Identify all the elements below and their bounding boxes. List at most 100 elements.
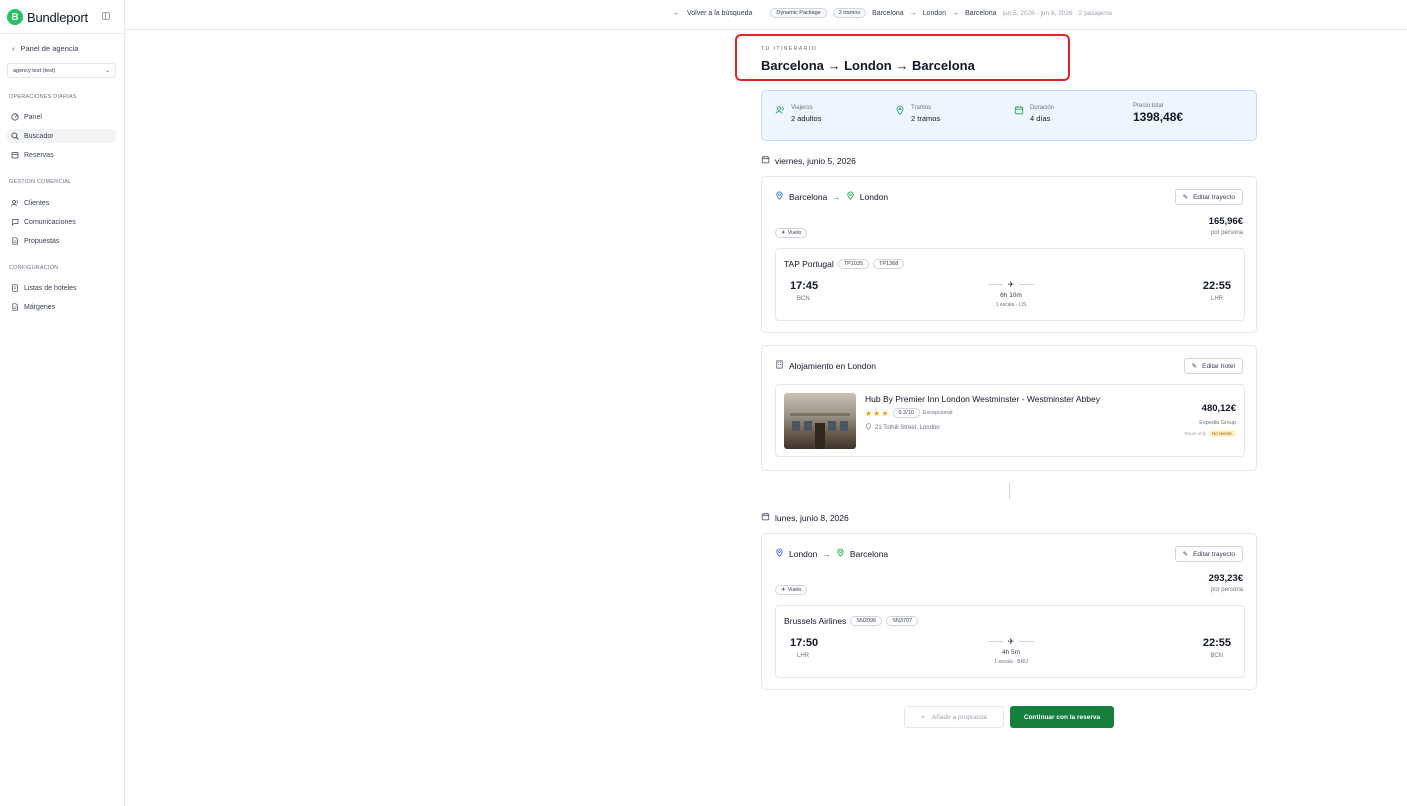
dashboard-icon (11, 113, 19, 121)
sidebar-item-panel[interactable]: Panel (7, 110, 116, 124)
summary-label: Precio total (1133, 103, 1164, 109)
sidebar: B Bundleport ‹ Panel de agencia agency t… (0, 0, 125, 806)
arrival-airport: BCN (1210, 653, 1223, 659)
summary-label: Duración (1030, 105, 1055, 111)
flight-card-leg2: London → Barcelona ✎ Editar trayecto 293… (761, 533, 1257, 690)
add-to-proposal-button[interactable]: + Añadir a propuesta (904, 706, 1004, 728)
edit-icon: ✎ (1182, 551, 1189, 558)
itinerary-label: TU ITINERARIO (761, 46, 817, 52)
sidebar-item-clientes[interactable]: Clientes (7, 196, 116, 210)
arrow-left-icon: ← (673, 9, 680, 17)
sidebar-item-label: Reservas (24, 151, 54, 159)
hotel-photo (784, 393, 856, 449)
back-search-link[interactable]: ← Volver a la búsqueda (673, 10, 752, 17)
flight-details[interactable]: TAP Portugal TP1035 TP1368 17:45 BCN ✈ 6… (775, 248, 1245, 321)
edit-hotel-button[interactable]: ✎ Editar hotel (1183, 358, 1243, 374)
route-to: London (859, 191, 889, 202)
sidebar-item-label: Buscador (24, 132, 54, 140)
map-pin-icon (865, 423, 872, 432)
arrival-airport: LHR (1210, 296, 1223, 302)
hotel-tags: Room only No reemb. (1184, 430, 1236, 437)
sidebar-item-listas-hoteles[interactable]: Listas de hoteles (7, 281, 116, 295)
divider (0, 33, 125, 34)
address-text: 21 Tothill Street, London (875, 424, 940, 431)
divider (1019, 641, 1035, 642)
sidebar-item-margenes[interactable]: Márgenes (7, 300, 116, 314)
plane-icon: ✈ (781, 587, 786, 593)
document-icon (11, 237, 19, 245)
back-to-agency-panel[interactable]: ‹ Panel de agencia (12, 44, 78, 53)
hotel-address: 21 Tothill Street, London (865, 423, 940, 432)
badge-label: Vuelo (787, 587, 802, 593)
plane-icon: ✈ (1007, 280, 1015, 289)
calendar-icon (761, 512, 770, 523)
per-person-label: por persona (1210, 230, 1243, 236)
arrow-right-icon: → (952, 9, 960, 17)
sidebar-item-label: Clientes (24, 199, 50, 207)
leg-route: Barcelona → London (775, 191, 888, 202)
airline-row: TAP Portugal TP1035 TP1368 (784, 259, 905, 269)
search-icon (11, 132, 19, 140)
board-type: Room only (1184, 431, 1206, 436)
airline-name: Brussels Airlines (784, 616, 847, 626)
flight-details[interactable]: Brussels Airlines SN2096 SN3707 17:50 LH… (775, 605, 1245, 678)
flight-card-leg1: Barcelona → London ✎ Editar trayecto 165… (761, 176, 1257, 333)
back-label: Panel de agencia (20, 44, 79, 53)
sidebar-item-reservas[interactable]: Reservas (7, 148, 116, 162)
divider (987, 641, 1003, 642)
arrow-right-icon: → (832, 191, 841, 202)
flight-stops: 1 escala · LIS (995, 302, 1027, 308)
hotel-card: Alojamiento en London ✎ Editar hotel Hub… (761, 345, 1257, 471)
flight-code: TP1035 (837, 259, 870, 269)
legs-pill: 2 tramos (832, 8, 867, 18)
map-pin-icon (846, 191, 855, 202)
refund-badge: No reemb. (1208, 430, 1236, 437)
continue-booking-button[interactable]: Continuar con la reserva (1010, 706, 1114, 728)
document-icon (11, 303, 19, 311)
hotel-details[interactable]: Hub By Premier Inn London Westminster - … (775, 384, 1245, 457)
divider (1019, 284, 1035, 285)
leg2-date-row: lunes, junio 8, 2026 (761, 512, 849, 523)
users-icon (11, 199, 19, 207)
edit-icon: ✎ (1191, 363, 1198, 370)
leg-date: viernes, junio 5, 2026 (775, 155, 856, 166)
hotel-name: Hub By Premier Inn London Westminster - … (865, 394, 1100, 404)
flight-code: TP1368 (873, 259, 905, 269)
arrival-time: 22:55 (1202, 280, 1231, 292)
airline-name: TAP Portugal (784, 259, 834, 269)
total-price: 1398,48€ (1133, 110, 1184, 124)
map-pin-icon (836, 548, 845, 559)
brand[interactable]: B Bundleport (7, 8, 88, 26)
summary-legs: Tramos 2 tramos (895, 105, 940, 123)
arrow-right-icon: → (909, 9, 917, 17)
edit-leg-button[interactable]: ✎ Editar trayecto (1174, 189, 1243, 205)
sidebar-item-buscador[interactable]: Buscador (7, 129, 116, 143)
summary-label: Viajeros (791, 105, 813, 111)
sidebar-item-propuestas[interactable]: Propuestas (7, 234, 116, 248)
route-to: Barcelona (849, 548, 889, 559)
chevron-left-icon: ‹ (12, 44, 15, 53)
agency-select[interactable]: agency test (test) ⌄ (7, 63, 116, 78)
chevron-down-icon: ⌄ (105, 67, 110, 74)
flight-duration-block: ✈ 6h 10m 1 escala · LIS (961, 280, 1061, 308)
sidebar-item-label: Panel (24, 113, 42, 121)
plane-icon: ✈ (781, 230, 786, 236)
flight-duration: 6h 10m (1000, 292, 1022, 299)
flight-type-badge: ✈ Vuelo (775, 228, 808, 238)
edit-label: Editar trayecto (1193, 550, 1235, 558)
summary-value: 2 adultos (791, 114, 822, 123)
sidebar-item-comunicaciones[interactable]: Comunicaciones (7, 215, 116, 229)
sidebar-collapse-icon[interactable] (102, 12, 110, 20)
summary-total: Precio total 1398,48€ (1133, 103, 1183, 124)
edit-label: Editar hotel (1202, 362, 1235, 370)
flight-stops: 1 escala · BRU (994, 659, 1028, 665)
arrival-time: 22:55 (1202, 637, 1231, 649)
flight-code: SN3707 (886, 616, 919, 626)
trip-breadcrumb: ← Volver a la búsqueda Dynamic Package 2… (673, 8, 1112, 18)
trip-summary: Viajeros 2 adultos Tramos 2 tramos Durac… (761, 90, 1257, 141)
summary-value: 2 tramos (911, 114, 941, 123)
calendar-icon (11, 151, 19, 159)
route-from: Barcelona (789, 191, 828, 202)
edit-leg-button[interactable]: ✎ Editar trayecto (1174, 546, 1243, 562)
flight-duration: 4h 5m (1001, 649, 1021, 656)
